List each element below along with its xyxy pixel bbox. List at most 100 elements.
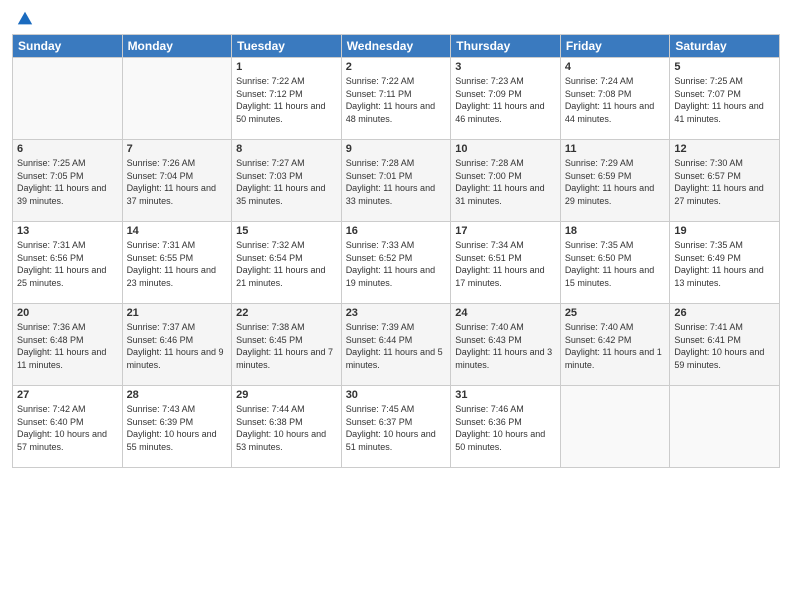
day-info: Sunrise: 7:39 AM Sunset: 6:44 PM Dayligh… — [346, 321, 447, 371]
header — [12, 10, 780, 28]
day-number: 5 — [674, 61, 775, 73]
day-number: 12 — [674, 143, 775, 155]
day-info: Sunrise: 7:25 AM Sunset: 7:07 PM Dayligh… — [674, 75, 775, 125]
day-info: Sunrise: 7:23 AM Sunset: 7:09 PM Dayligh… — [455, 75, 556, 125]
weekday-header: Wednesday — [341, 35, 451, 58]
day-info: Sunrise: 7:42 AM Sunset: 6:40 PM Dayligh… — [17, 403, 118, 453]
day-info: Sunrise: 7:40 AM Sunset: 6:42 PM Dayligh… — [565, 321, 666, 371]
calendar-cell: 25 Sunrise: 7:40 AM Sunset: 6:42 PM Dayli… — [560, 304, 670, 386]
calendar-cell: 16Sunrise: 7:33 AM Sunset: 6:52 PM Dayli… — [341, 222, 451, 304]
calendar-cell: 5 Sunrise: 7:25 AM Sunset: 7:07 PM Daylig… — [670, 58, 780, 140]
day-number: 14 — [127, 225, 228, 237]
day-info: Sunrise: 7:35 AM Sunset: 6:50 PM Dayligh… — [565, 239, 666, 289]
day-info: Sunrise: 7:30 AM Sunset: 6:57 PM Dayligh… — [674, 157, 775, 207]
day-info: Sunrise: 7:43 AM Sunset: 6:39 PM Dayligh… — [127, 403, 228, 453]
day-number: 9 — [346, 143, 447, 155]
calendar-cell: 26 Sunrise: 7:41 AM Sunset: 6:41 PM Dayli… — [670, 304, 780, 386]
calendar-cell: 4Sunrise: 7:24 AM Sunset: 7:08 PM Daylig… — [560, 58, 670, 140]
calendar-week-row: 6Sunrise: 7:25 AM Sunset: 7:05 PM Daylig… — [13, 140, 780, 222]
day-info: Sunrise: 7:31 AM Sunset: 6:55 PM Dayligh… — [127, 239, 228, 289]
calendar-cell: 29Sunrise: 7:44 AM Sunset: 6:38 PM Dayli… — [232, 386, 342, 468]
day-info: Sunrise: 7:26 AM Sunset: 7:04 PM Dayligh… — [127, 157, 228, 207]
day-info: Sunrise: 7:31 AM Sunset: 6:56 PM Dayligh… — [17, 239, 118, 289]
day-number: 13 — [17, 225, 118, 237]
weekday-header: Thursday — [451, 35, 561, 58]
day-info: Sunrise: 7:44 AM Sunset: 6:38 PM Dayligh… — [236, 403, 337, 453]
day-number: 24 — [455, 307, 556, 319]
day-number: 15 — [236, 225, 337, 237]
calendar-cell: 11 Sunrise: 7:29 AM Sunset: 6:59 PM Dayli… — [560, 140, 670, 222]
calendar-cell: 22 Sunrise: 7:38 AM Sunset: 6:45 PM Dayli… — [232, 304, 342, 386]
weekday-header: Friday — [560, 35, 670, 58]
day-info: Sunrise: 7:45 AM Sunset: 6:37 PM Dayligh… — [346, 403, 447, 453]
calendar-cell: 8 Sunrise: 7:27 AM Sunset: 7:03 PM Daylig… — [232, 140, 342, 222]
calendar-cell: 9 Sunrise: 7:28 AM Sunset: 7:01 PM Daylig… — [341, 140, 451, 222]
weekday-header: Tuesday — [232, 35, 342, 58]
day-info: Sunrise: 7:41 AM Sunset: 6:41 PM Dayligh… — [674, 321, 775, 371]
calendar-cell: 18 Sunrise: 7:35 AM Sunset: 6:50 PM Dayli… — [560, 222, 670, 304]
day-number: 10 — [455, 143, 556, 155]
day-info: Sunrise: 7:22 AM Sunset: 7:12 PM Dayligh… — [236, 75, 337, 125]
calendar-cell — [560, 386, 670, 468]
day-number: 11 — [565, 143, 666, 155]
calendar-cell: 30 Sunrise: 7:45 AM Sunset: 6:37 PM Dayli… — [341, 386, 451, 468]
day-number: 8 — [236, 143, 337, 155]
day-info: Sunrise: 7:28 AM Sunset: 7:01 PM Dayligh… — [346, 157, 447, 207]
calendar-cell: 24 Sunrise: 7:40 AM Sunset: 6:43 PM Dayli… — [451, 304, 561, 386]
calendar-cell — [13, 58, 123, 140]
day-info: Sunrise: 7:35 AM Sunset: 6:49 PM Dayligh… — [674, 239, 775, 289]
day-number: 16 — [346, 225, 447, 237]
calendar-cell: 20Sunrise: 7:36 AM Sunset: 6:48 PM Dayli… — [13, 304, 123, 386]
day-info: Sunrise: 7:34 AM Sunset: 6:51 PM Dayligh… — [455, 239, 556, 289]
calendar-cell — [670, 386, 780, 468]
calendar-cell: 7Sunrise: 7:26 AM Sunset: 7:04 PM Daylig… — [122, 140, 232, 222]
day-number: 26 — [674, 307, 775, 319]
day-info: Sunrise: 7:29 AM Sunset: 6:59 PM Dayligh… — [565, 157, 666, 207]
calendar-cell: 12 Sunrise: 7:30 AM Sunset: 6:57 PM Dayli… — [670, 140, 780, 222]
day-info: Sunrise: 7:28 AM Sunset: 7:00 PM Dayligh… — [455, 157, 556, 207]
day-number: 20 — [17, 307, 118, 319]
day-number: 27 — [17, 389, 118, 401]
day-number: 1 — [236, 61, 337, 73]
weekday-header: Sunday — [13, 35, 123, 58]
calendar-cell: 10 Sunrise: 7:28 AM Sunset: 7:00 PM Dayli… — [451, 140, 561, 222]
day-info: Sunrise: 7:40 AM Sunset: 6:43 PM Dayligh… — [455, 321, 556, 371]
day-info: Sunrise: 7:37 AM Sunset: 6:46 PM Dayligh… — [127, 321, 228, 371]
calendar-cell: 2Sunrise: 7:22 AM Sunset: 7:11 PM Daylig… — [341, 58, 451, 140]
calendar-cell: 6Sunrise: 7:25 AM Sunset: 7:05 PM Daylig… — [13, 140, 123, 222]
logo — [12, 10, 34, 28]
day-number: 30 — [346, 389, 447, 401]
calendar-cell: 23Sunrise: 7:39 AM Sunset: 6:44 PM Dayli… — [341, 304, 451, 386]
weekday-header: Monday — [122, 35, 232, 58]
calendar-week-row: 1 Sunrise: 7:22 AM Sunset: 7:12 PM Daylig… — [13, 58, 780, 140]
calendar-cell: 21 Sunrise: 7:37 AM Sunset: 6:46 PM Dayli… — [122, 304, 232, 386]
day-number: 6 — [17, 143, 118, 155]
calendar-cell: 3 Sunrise: 7:23 AM Sunset: 7:09 PM Daylig… — [451, 58, 561, 140]
calendar-cell — [122, 58, 232, 140]
day-number: 22 — [236, 307, 337, 319]
day-info: Sunrise: 7:46 AM Sunset: 6:36 PM Dayligh… — [455, 403, 556, 453]
day-number: 31 — [455, 389, 556, 401]
calendar-week-row: 13 Sunrise: 7:31 AM Sunset: 6:56 PM Dayli… — [13, 222, 780, 304]
calendar-cell: 15 Sunrise: 7:32 AM Sunset: 6:54 PM Dayli… — [232, 222, 342, 304]
weekday-header-row: SundayMondayTuesdayWednesdayThursdayFrid… — [13, 35, 780, 58]
day-number: 21 — [127, 307, 228, 319]
day-number: 3 — [455, 61, 556, 73]
calendar-container: SundayMondayTuesdayWednesdayThursdayFrid… — [0, 0, 792, 612]
calendar-cell: 31 Sunrise: 7:46 AM Sunset: 6:36 PM Dayli… — [451, 386, 561, 468]
day-info: Sunrise: 7:32 AM Sunset: 6:54 PM Dayligh… — [236, 239, 337, 289]
calendar-cell: 19Sunrise: 7:35 AM Sunset: 6:49 PM Dayli… — [670, 222, 780, 304]
day-info: Sunrise: 7:27 AM Sunset: 7:03 PM Dayligh… — [236, 157, 337, 207]
calendar-cell: 13 Sunrise: 7:31 AM Sunset: 6:56 PM Dayli… — [13, 222, 123, 304]
day-number: 25 — [565, 307, 666, 319]
day-info: Sunrise: 7:38 AM Sunset: 6:45 PM Dayligh… — [236, 321, 337, 371]
calendar-cell: 27 Sunrise: 7:42 AM Sunset: 6:40 PM Dayli… — [13, 386, 123, 468]
day-info: Sunrise: 7:24 AM Sunset: 7:08 PM Dayligh… — [565, 75, 666, 125]
calendar-cell: 1 Sunrise: 7:22 AM Sunset: 7:12 PM Daylig… — [232, 58, 342, 140]
calendar-cell: 28Sunrise: 7:43 AM Sunset: 6:39 PM Dayli… — [122, 386, 232, 468]
calendar-cell: 14 Sunrise: 7:31 AM Sunset: 6:55 PM Dayli… — [122, 222, 232, 304]
logo-icon — [16, 10, 34, 28]
day-number: 18 — [565, 225, 666, 237]
calendar-cell: 17Sunrise: 7:34 AM Sunset: 6:51 PM Dayli… — [451, 222, 561, 304]
calendar-week-row: 27 Sunrise: 7:42 AM Sunset: 6:40 PM Dayli… — [13, 386, 780, 468]
